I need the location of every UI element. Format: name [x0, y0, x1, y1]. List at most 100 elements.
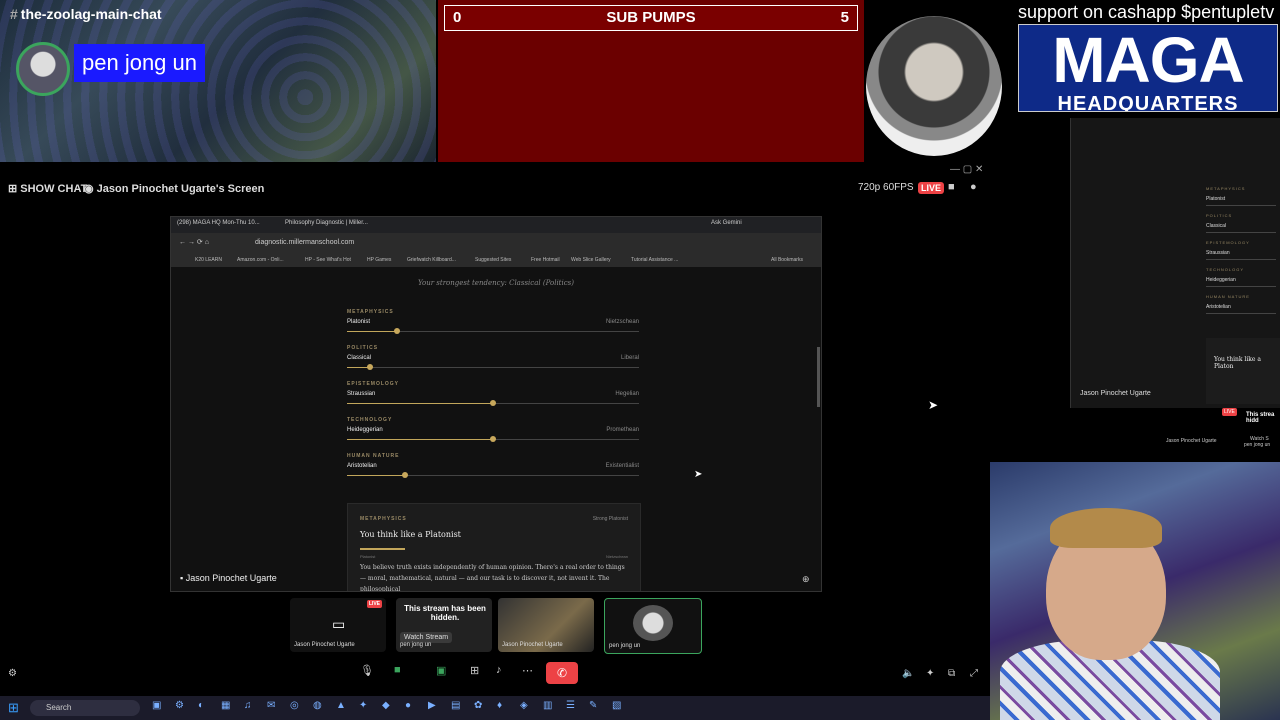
bookmark-item[interactable]: Griefwatch Killboard... — [407, 257, 456, 263]
taskbar-app-icon[interactable]: ▲ — [336, 700, 348, 714]
tab-maga-hq[interactable]: (298) MAGA HQ Mon-Thu 10... — [177, 220, 260, 226]
slider-fill — [347, 439, 493, 440]
volume-icon[interactable]: 🔈 — [902, 668, 914, 679]
address-bar[interactable]: ← → ⟳ ⌂ diagnostic.millermanschool.com — [171, 233, 821, 253]
result-title: You think like a Platonist — [360, 530, 461, 539]
taskbar-app-icon[interactable]: ✿ — [474, 700, 486, 714]
bookmark-item[interactable]: Tutorial Assistance ... — [631, 257, 678, 263]
taskbar-app-icon[interactable]: ✉ — [267, 700, 279, 714]
bookmark-item[interactable]: K20 LEARN — [195, 257, 222, 263]
participant-tile[interactable]: LIVE ▭ Jason Pinochet Ugarte — [290, 598, 386, 652]
taskbar-app-icon[interactable]: ▦ — [221, 700, 233, 714]
taskbar-app-icon[interactable]: ☰ — [566, 700, 578, 714]
monitor-icon: ▭ — [332, 616, 346, 632]
slider-category: HUMAN NATURE — [347, 453, 400, 459]
nav-icons[interactable]: ← → ⟳ ⌂ — [179, 238, 209, 246]
slider-right-label: Liberal — [620, 355, 639, 361]
cashapp-text: support on cashapp $pentupletv — [1018, 2, 1275, 22]
settings-icon[interactable]: ⚙ — [8, 668, 17, 679]
taskbar-app-icon[interactable]: ✦ — [359, 700, 371, 714]
tab-philosophy[interactable]: Philosophy Diagnostic | Miller... — [285, 220, 368, 226]
activities-icon[interactable]: ⊞ — [470, 664, 479, 677]
chat-bubble-icon[interactable]: ● — [970, 181, 977, 193]
slider-thumb[interactable] — [490, 436, 496, 442]
taskbar-app-icon[interactable]: ♦ — [497, 700, 509, 714]
mini-hidden-message: This strea hidd — [1246, 412, 1275, 424]
stream-title-text: Jason Pinochet Ugarte's Screen — [96, 183, 265, 195]
url-text[interactable]: diagnostic.millermanschool.com — [255, 239, 354, 246]
taskbar-app-icon[interactable]: ▥ — [543, 700, 555, 714]
slider-track[interactable] — [347, 436, 639, 442]
ask-gemini-button[interactable]: Ask Gemini — [711, 220, 742, 226]
taskbar-app-icon[interactable]: ◍ — [313, 700, 325, 714]
screen-share-icon[interactable]: ▣ — [436, 664, 446, 677]
microphone-icon[interactable]: 🎙 — [360, 664, 374, 677]
fullscreen-icon[interactable]: ⤢ — [970, 668, 978, 679]
slider-thumb[interactable] — [402, 472, 409, 478]
channel-name: # the-zoolag-main-chat — [10, 6, 162, 22]
mini-result-card — [1206, 338, 1280, 404]
bookmark-item[interactable]: Suggested Sites — [475, 257, 511, 263]
slider-track[interactable] — [347, 400, 639, 406]
bookmark-item[interactable]: Web Slice Gallery — [571, 257, 611, 263]
bookmark-icon[interactable]: ■ — [948, 181, 955, 193]
tile-live-badge: LIVE — [366, 600, 382, 608]
taskbar-app-icon[interactable]: ▣ — [152, 700, 164, 714]
windows-start-icon[interactable]: ⊞ — [8, 700, 22, 715]
pin-icon[interactable]: ✦ — [926, 668, 934, 679]
taskbar-app-icon[interactable]: ◆ — [382, 700, 394, 714]
bookmark-item[interactable]: HP - See What's Hot — [305, 257, 351, 263]
slider-right-label: Promethean — [606, 427, 639, 433]
result-end-left: Platonist — [360, 554, 376, 559]
taskbar-app-icon[interactable]: ◎ — [290, 700, 302, 714]
taskbar-app-icon[interactable]: ▶ — [428, 700, 440, 714]
slider-category: EPISTEMOLOGY — [347, 381, 400, 387]
participant-tile[interactable]: This stream has been hidden. Watch Strea… — [396, 598, 492, 652]
taskbar-search[interactable]: Search — [30, 700, 140, 716]
camera-icon[interactable]: ■ — [394, 664, 401, 676]
window-controls[interactable]: — ▢ ✕ — [950, 164, 990, 176]
result-strength: Strong Platonist — [592, 516, 628, 522]
slider-thumb[interactable] — [367, 364, 374, 370]
mini-track — [1206, 259, 1276, 260]
result-category: METAPHYSICS — [360, 516, 407, 522]
zoom-icon[interactable]: ⊕ — [802, 574, 810, 585]
logo-small-text: HEADQUARTERS — [1057, 93, 1239, 112]
portrait-image — [866, 16, 1002, 156]
taskbar-app-icon[interactable]: ◈ — [520, 700, 532, 714]
taskbar-app-icon[interactable]: ♫ — [244, 700, 256, 714]
bookmark-item[interactable]: All Bookmarks — [771, 257, 803, 263]
more-icon[interactable]: ⋯ — [522, 664, 533, 677]
taskbar-app-icon[interactable]: ◐ — [198, 700, 210, 714]
mini-category: HUMAN NATURE — [1206, 294, 1250, 299]
mini-category: TECHNOLOGY — [1206, 267, 1245, 272]
slider-thumb[interactable] — [490, 400, 496, 406]
disconnect-button[interactable]: ✆ — [546, 662, 578, 684]
taskbar-app-icon[interactable]: ✎ — [589, 700, 601, 714]
popout-icon[interactable]: ⧉ — [948, 668, 955, 679]
taskbar-app-icon[interactable]: ▤ — [451, 700, 463, 714]
show-chat-button[interactable]: ⊞ SHOW CHAT — [8, 182, 87, 195]
soundboard-icon[interactable]: ♪ — [496, 664, 502, 676]
result-text: You believe truth exists independently o… — [360, 564, 625, 592]
taskbar-app-icon[interactable]: ● — [405, 700, 417, 714]
bookmark-item[interactable]: Free Hotmail — [531, 257, 560, 263]
taskbar-app-icon[interactable]: ▧ — [612, 700, 624, 714]
taskbar-app-icon[interactable]: ⚙ — [175, 700, 187, 714]
result-bar — [360, 548, 405, 550]
logo-big-text: MAGA — [1052, 24, 1245, 96]
participant-tile[interactable]: pen jong un — [604, 598, 702, 654]
slider-track[interactable] — [347, 472, 639, 478]
slider-track[interactable] — [347, 364, 639, 370]
bookmark-item[interactable]: HP Games — [367, 257, 391, 263]
bookmark-item[interactable]: Amazon.com - Onli... — [237, 257, 284, 263]
mini-label: Platonist — [1206, 196, 1226, 202]
slider-track[interactable] — [347, 328, 639, 334]
slider-thumb[interactable] — [393, 328, 400, 334]
speaker-avatar[interactable] — [16, 42, 70, 96]
page-scrollbar[interactable] — [817, 347, 820, 407]
mini-category: POLITICS — [1206, 213, 1233, 218]
mini-tile-name: Jason Pinochet Ugarte — [1166, 438, 1217, 444]
participant-tile[interactable]: Jason Pinochet Ugarte — [498, 598, 594, 652]
slider-fill — [347, 331, 397, 332]
